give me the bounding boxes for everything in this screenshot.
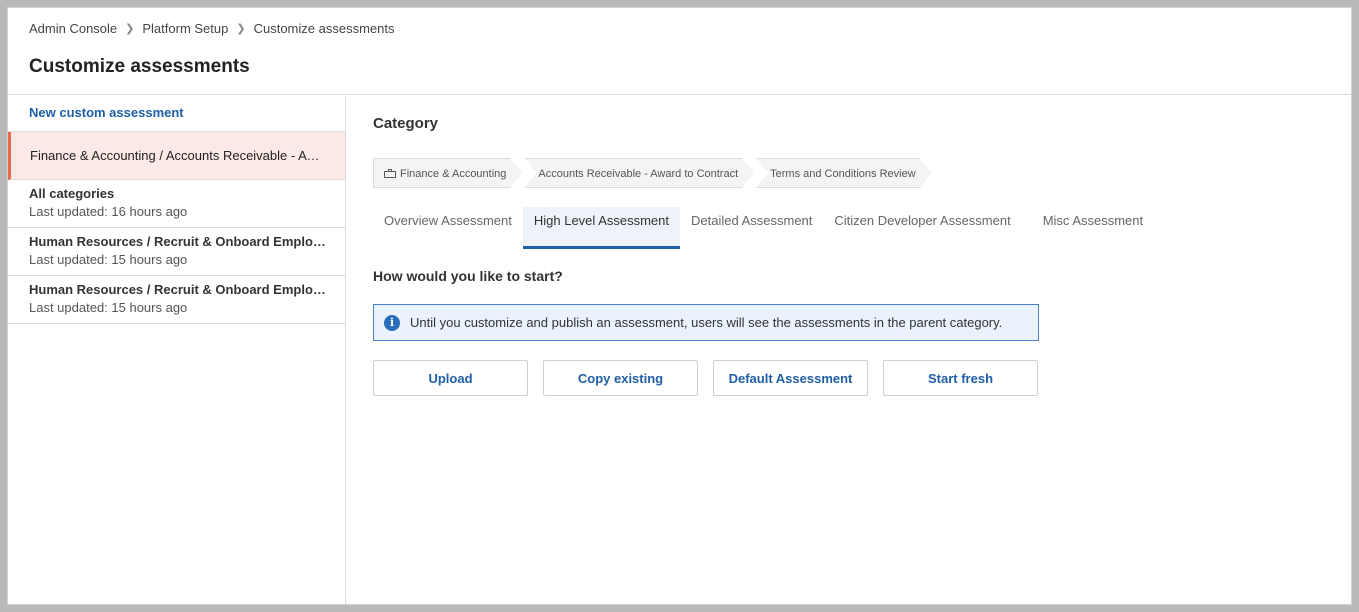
start-fresh-button[interactable]: Start fresh [883, 360, 1038, 396]
tab-overview-assessment[interactable]: Overview Assessment [373, 207, 523, 249]
sidebar-item-title: All categories [29, 186, 115, 201]
tab-high-level-assessment[interactable]: High Level Assessment [522, 207, 680, 249]
app-window: Admin Console ❯ Platform Setup ❯ Customi… [7, 7, 1352, 605]
breadcrumb: Admin Console ❯ Platform Setup ❯ Customi… [29, 21, 394, 36]
tab-citizen-developer-assessment[interactable]: Citizen Developer Assessment [823, 207, 1021, 249]
page-title: Customize assessments [29, 56, 250, 77]
info-icon: i [384, 314, 400, 331]
copy-existing-button[interactable]: Copy existing [543, 360, 698, 396]
info-message: Until you customize and publish an asses… [410, 315, 1003, 330]
sidebar-item-updated: Last updated: 16 hours ago [29, 204, 188, 219]
category-path-label: Finance & Accounting [400, 168, 507, 180]
tab-detailed-assessment[interactable]: Detailed Assessment [680, 207, 823, 249]
chevron-right-icon: ❯ [125, 23, 135, 35]
sidebar-item-title: Human Resources / Recruit & Onboard Empl… [29, 234, 329, 249]
sidebar: New custom assessment Finance & Accounti… [8, 96, 346, 604]
breadcrumb-customize-assessments: Customize assessments [253, 21, 395, 36]
sidebar-item-hr-2[interactable]: Human Resources / Recruit & Onboard Empl… [8, 276, 345, 324]
sidebar-item-hr-1[interactable]: Human Resources / Recruit & Onboard Empl… [8, 228, 345, 276]
sidebar-item-selected[interactable]: Finance & Accounting / Accounts Receivab… [8, 132, 345, 180]
category-heading: Category [373, 115, 439, 132]
main-panel: Category Finance & Accounting Accounts R… [347, 96, 1351, 604]
briefcase-icon [384, 169, 396, 178]
start-options: Upload Copy existing Default Assessment … [373, 360, 1053, 396]
sidebar-item-title: Human Resources / Recruit & Onboard Empl… [29, 282, 329, 297]
upload-button[interactable]: Upload [373, 360, 528, 396]
new-custom-assessment-link[interactable]: New custom assessment [8, 96, 345, 132]
breadcrumb-platform-setup[interactable]: Platform Setup [142, 21, 228, 36]
sidebar-item-label: Finance & Accounting / Accounts Receivab… [30, 148, 324, 163]
assessment-tabs: Overview Assessment High Level Assessmen… [373, 207, 1154, 249]
chevron-right-icon: ❯ [236, 23, 246, 35]
category-path-step-2[interactable]: Accounts Receivable - Award to Contract [524, 158, 754, 188]
page-header: Admin Console ❯ Platform Setup ❯ Customi… [8, 8, 1351, 95]
info-banner: i Until you customize and publish an ass… [373, 304, 1039, 341]
category-path-label: Accounts Receivable - Award to Contract [538, 168, 739, 180]
start-question: How would you like to start? [373, 268, 563, 284]
category-path-step-1[interactable]: Finance & Accounting [373, 158, 522, 188]
category-path-step-3[interactable]: Terms and Conditions Review [756, 158, 932, 188]
tab-misc-assessment[interactable]: Misc Assessment [1032, 207, 1154, 249]
sidebar-item-all-categories[interactable]: All categories Last updated: 16 hours ag… [8, 180, 345, 228]
sidebar-item-updated: Last updated: 15 hours ago [29, 300, 188, 315]
breadcrumb-admin-console[interactable]: Admin Console [29, 21, 117, 36]
default-assessment-button[interactable]: Default Assessment [713, 360, 868, 396]
category-path: Finance & Accounting Accounts Receivable… [373, 158, 934, 188]
category-path-label: Terms and Conditions Review [770, 168, 916, 180]
sidebar-item-updated: Last updated: 15 hours ago [29, 252, 188, 267]
